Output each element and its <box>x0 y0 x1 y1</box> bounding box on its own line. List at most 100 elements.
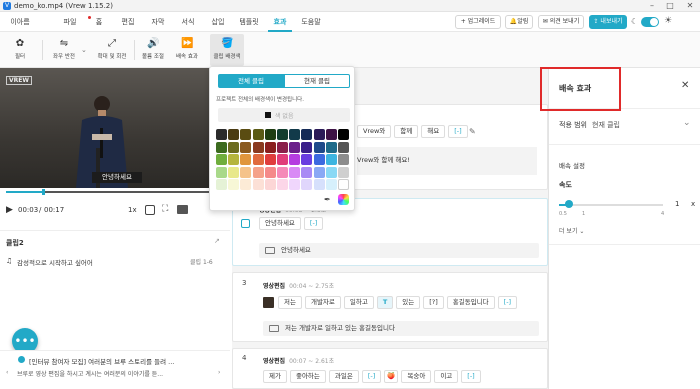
color-swatch[interactable] <box>289 154 301 165</box>
color-swatch[interactable] <box>216 141 227 153</box>
notification-button[interactable]: 🔔알림 <box>505 15 533 29</box>
color-swatch[interactable] <box>301 141 313 153</box>
word-chip[interactable]: 복숭아 <box>401 370 432 383</box>
color-swatch[interactable] <box>289 129 301 140</box>
unknown-chip[interactable]: [?] <box>423 296 444 309</box>
custom-color-icon[interactable] <box>338 194 349 205</box>
color-swatch[interactable] <box>325 129 337 140</box>
menu-file[interactable]: 파일 <box>60 16 80 28</box>
color-swatch[interactable] <box>277 141 288 153</box>
silence-chip[interactable]: [-] <box>497 296 518 309</box>
color-swatch[interactable] <box>325 166 337 178</box>
notice-banner[interactable]: [인터뷰 참여자 모집] 여러분의 브루 스토리를 들려 ... ‹ 브루로 영… <box>0 350 230 389</box>
share-icon[interactable]: ↗ <box>214 237 220 245</box>
color-swatch[interactable] <box>228 179 240 190</box>
menu-home[interactable]: 홈 <box>92 16 106 28</box>
color-swatch[interactable] <box>277 166 288 178</box>
more-button[interactable]: 더 보기 ⌄ <box>559 226 584 235</box>
color-swatch[interactable] <box>240 154 252 165</box>
color-swatch[interactable] <box>264 166 276 178</box>
flip-button[interactable]: ⇋ 좌우 반전 <box>47 34 81 66</box>
feedback-button[interactable]: ✉ 의견 보내기 <box>538 15 584 29</box>
tab-all-clips[interactable]: 전체 클립 <box>218 74 284 88</box>
color-swatch[interactable] <box>240 129 252 140</box>
color-swatch[interactable] <box>252 154 264 165</box>
color-swatch[interactable] <box>264 154 276 165</box>
color-swatch[interactable] <box>289 141 301 153</box>
chevron-down-icon[interactable]: ⌄ <box>683 118 691 128</box>
clip-card-4[interactable]: 4 영상편집 00:07 ~ 2.61초 제가 좋아하는 과일은 [-] 🍑 복숭아 이고 [-… <box>232 348 548 389</box>
tab-current-clip[interactable]: 현재 클립 <box>284 74 350 88</box>
word-chip[interactable]: 홍길동입니다 <box>446 296 495 309</box>
word-chip[interactable]: 일하고 <box>343 296 374 309</box>
color-swatch[interactable] <box>252 179 264 190</box>
pencil-icon[interactable]: ✎ <box>469 127 476 136</box>
upgrade-button[interactable]: + 업그레이드 <box>455 15 501 29</box>
menu-insert[interactable]: 삽입 <box>208 16 228 28</box>
color-swatch[interactable] <box>338 166 349 178</box>
prev-icon[interactable]: ‹ <box>6 369 8 376</box>
maximize-icon[interactable]: □ <box>663 0 677 12</box>
clip2-checkbox[interactable] <box>241 219 250 228</box>
clip2-subtitle-row[interactable]: 안녕하세요 <box>259 243 539 258</box>
filter-button[interactable]: ✿ 필터 <box>3 34 37 66</box>
video-preview[interactable]: VREW <box>0 68 230 188</box>
speed-effect-button[interactable]: ⏩ 배속 효과 <box>170 34 204 66</box>
color-swatch[interactable] <box>216 129 227 140</box>
text-insert-icon[interactable]: T <box>376 296 394 309</box>
color-swatch[interactable] <box>228 166 240 178</box>
color-swatch[interactable] <box>313 141 325 153</box>
export-button[interactable]: ⇪ 내보내기 <box>589 15 627 29</box>
zoom-rotate-button[interactable]: ⤢ 확대 및 회전 <box>92 34 132 66</box>
screenshot-icon[interactable] <box>145 205 155 215</box>
color-swatch[interactable] <box>325 141 337 153</box>
fullscreen-icon[interactable]: ⛶ <box>162 204 168 214</box>
color-swatch[interactable] <box>289 166 301 178</box>
close-window-icon[interactable]: ✕ <box>683 0 697 12</box>
color-swatch[interactable] <box>252 166 264 178</box>
menu-format[interactable]: 서식 <box>178 16 198 28</box>
chevron-down-icon[interactable]: ⌄ <box>81 46 87 54</box>
word-chip[interactable]: 이고 <box>434 370 459 383</box>
word-chip[interactable]: 함께 <box>394 125 419 138</box>
color-swatch[interactable] <box>289 179 301 190</box>
clip-card-3[interactable]: 3 영상편집 00:04 ~ 2.75초 저는 개발자로 일하고 T 있는 [?] 홍길동입니… <box>232 272 548 342</box>
speed-slider-track[interactable] <box>559 204 663 206</box>
silence-chip[interactable]: [-] <box>303 217 324 230</box>
eyedropper-icon[interactable]: ✒ <box>324 195 331 204</box>
color-swatch[interactable] <box>216 154 227 165</box>
playback-progress[interactable] <box>0 189 230 195</box>
color-swatch[interactable] <box>216 179 227 190</box>
clip-bg-color-button[interactable]: 🪣 클립 배경색 <box>210 34 244 66</box>
menu-edit[interactable]: 편집 <box>118 16 138 28</box>
scope-value[interactable]: 현재 클립 <box>592 120 620 130</box>
clip2-subtitle[interactable]: 안녕하세요 <box>281 246 311 254</box>
color-swatch[interactable] <box>325 179 337 190</box>
color-swatch[interactable] <box>240 179 252 190</box>
color-swatch[interactable] <box>313 154 325 165</box>
theme-toggle[interactable] <box>641 17 659 27</box>
word-chip[interactable]: 과일은 <box>328 370 359 383</box>
color-swatch[interactable] <box>264 179 276 190</box>
user-name[interactable]: 이아름 <box>6 16 34 28</box>
word-chip[interactable]: 개발자로 <box>304 296 341 309</box>
silence-chip[interactable]: [-] <box>461 370 481 383</box>
color-swatch[interactable] <box>277 179 288 190</box>
word-chip[interactable]: 좋아하는 <box>289 370 326 383</box>
color-swatch[interactable] <box>277 129 288 140</box>
speed-value[interactable]: 1 <box>675 200 679 208</box>
word-chip[interactable]: 해요 <box>421 125 446 138</box>
color-swatch[interactable] <box>325 154 337 165</box>
emoji-sticker-icon[interactable]: 🍑 <box>384 370 399 383</box>
pip-icon[interactable] <box>177 205 188 214</box>
silence-chip[interactable]: [-] <box>361 370 382 383</box>
color-swatch[interactable] <box>240 141 252 153</box>
color-swatch[interactable] <box>228 141 240 153</box>
speed-slider-handle[interactable] <box>565 200 574 208</box>
menu-subtitle[interactable]: 자막 <box>148 16 168 28</box>
close-icon[interactable]: ✕ <box>681 80 689 91</box>
menu-help[interactable]: 도움말 <box>300 16 322 28</box>
silence-chip[interactable]: [-] <box>448 125 468 138</box>
color-swatch[interactable] <box>313 129 325 140</box>
color-swatch[interactable] <box>264 141 276 153</box>
